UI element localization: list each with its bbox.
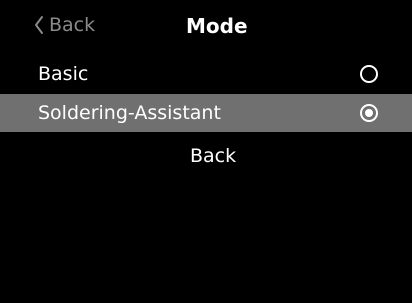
page-title: Mode bbox=[186, 14, 248, 38]
chevron-left-icon bbox=[34, 15, 44, 35]
mode-option-basic[interactable]: Basic bbox=[0, 55, 412, 93]
header-back-label: Back bbox=[49, 14, 96, 36]
radio-button-selected[interactable] bbox=[360, 104, 378, 122]
radio-button-unselected[interactable] bbox=[360, 65, 378, 83]
back-menu-item[interactable]: Back bbox=[190, 143, 236, 169]
radio-selected-dot bbox=[365, 109, 373, 117]
mode-option-label: Soldering-Assistant bbox=[38, 102, 221, 124]
header-back-button[interactable]: Back bbox=[34, 12, 95, 38]
mode-option-soldering-assistant[interactable]: Soldering-Assistant bbox=[0, 94, 412, 132]
header-bar: Back Mode bbox=[0, 0, 412, 50]
mode-option-label: Basic bbox=[38, 63, 89, 85]
